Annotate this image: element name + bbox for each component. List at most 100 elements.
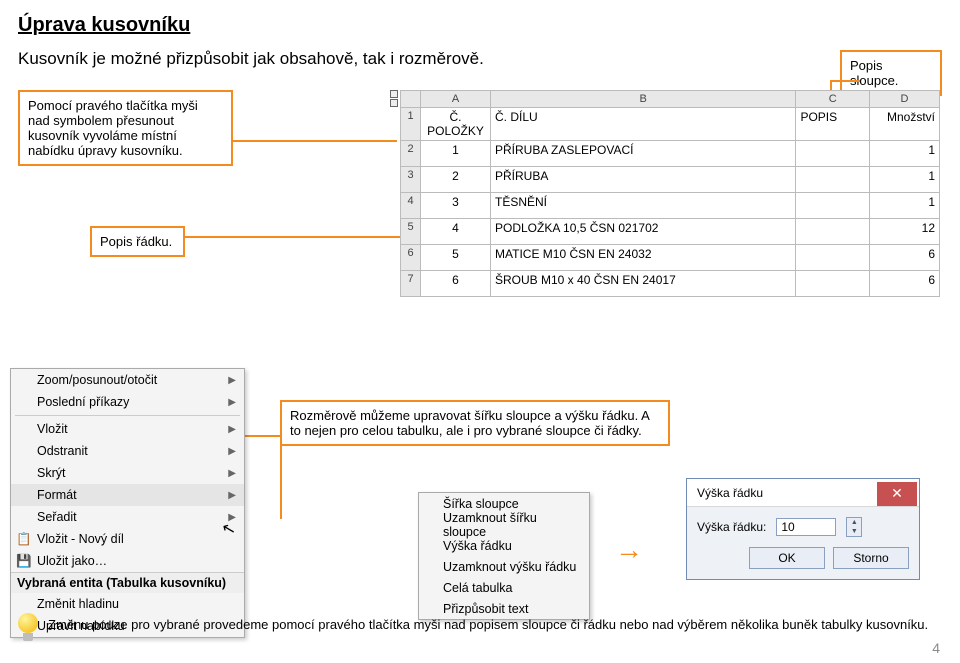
header-part-no[interactable]: Č. DÍLU (491, 108, 796, 141)
context-menu[interactable]: Zoom/posunout/otočit ▶ Poslední příkazy … (10, 368, 245, 638)
menu-item-sort[interactable]: Seřadit ▶ (11, 506, 244, 528)
menu-label: Zoom/posunout/otočit (37, 373, 157, 387)
submenu-lock-col-width[interactable]: Uzamknout šířku sloupce (419, 514, 589, 535)
header-desc[interactable]: POPIS (796, 108, 870, 141)
dialog-title: Výška řádku (697, 486, 763, 500)
menu-label: Změnit hladinu (37, 597, 119, 611)
cell[interactable]: 5 (421, 245, 491, 271)
cell[interactable]: 6 (421, 271, 491, 297)
cell[interactable] (796, 245, 870, 271)
cell[interactable]: PŘÍRUBA (491, 167, 796, 193)
cell[interactable]: ŠROUB M10 x 40 ČSN EN 24017 (491, 271, 796, 297)
menu-label: Vložit - Nový díl (37, 532, 124, 546)
menu-item-insert-part[interactable]: 📋 Vložit - Nový díl (11, 528, 244, 550)
leader-line (830, 80, 860, 82)
row-number[interactable]: 3 (401, 167, 421, 193)
menu-label: Formát (37, 488, 77, 502)
spinner-up-icon[interactable]: ▲ (847, 518, 861, 527)
menu-item-delete[interactable]: Odstranit ▶ (11, 440, 244, 462)
row-number[interactable]: 6 (401, 245, 421, 271)
col-letter[interactable]: B (491, 91, 796, 108)
menu-separator (15, 415, 240, 416)
chevron-right-icon: ▶ (228, 375, 236, 386)
menu-item-insert[interactable]: Vložit ▶ (11, 418, 244, 440)
format-submenu[interactable]: Šířka sloupce Uzamknout šířku sloupce Vý… (418, 492, 590, 620)
row-number[interactable]: 4 (401, 193, 421, 219)
callout-row: Popis řádku. (90, 226, 185, 257)
cell[interactable] (796, 141, 870, 167)
arrow-icon: → (615, 534, 643, 566)
menu-label: Vložit (37, 422, 68, 436)
chevron-right-icon: ▶ (228, 490, 236, 501)
cell[interactable]: TĚSNĚNÍ (491, 193, 796, 219)
callout-context: Pomocí pravého tlačítka myši nad symbole… (18, 90, 233, 166)
chevron-right-icon: ▶ (228, 446, 236, 457)
chevron-right-icon: ▶ (228, 468, 236, 479)
menu-label: Seřadit (37, 510, 77, 524)
menu-item-change-layer[interactable]: Změnit hladinu (11, 593, 244, 615)
cell[interactable]: PŘÍRUBA ZASLEPOVACÍ (491, 141, 796, 167)
save-icon: 💾 (16, 554, 32, 569)
leader-line (280, 435, 282, 519)
bom-table[interactable]: A B C D 1 Č. POLOŽKY Č. DÍLU POPIS Množs… (400, 90, 940, 297)
cell[interactable]: 6 (870, 271, 940, 297)
spinner[interactable]: ▲ ▼ (846, 517, 862, 537)
header-qty[interactable]: Množství (870, 108, 940, 141)
cell[interactable]: 1 (870, 193, 940, 219)
cell[interactable]: 6 (870, 245, 940, 271)
leader-line (232, 140, 397, 142)
page-number: 4 (932, 640, 940, 656)
chevron-right-icon: ▶ (228, 397, 236, 408)
submenu-fit-text[interactable]: Přizpůsobit text (419, 598, 589, 619)
leader-line (184, 236, 404, 238)
close-icon: ✕ (891, 485, 903, 502)
table-move-handle[interactable] (390, 90, 400, 110)
cell[interactable]: MATICE M10 ČSN EN 24032 (491, 245, 796, 271)
paste-icon: 📋 (16, 532, 32, 547)
row-number[interactable]: 1 (401, 108, 421, 141)
spinner-down-icon[interactable]: ▼ (847, 527, 861, 536)
cell[interactable] (796, 193, 870, 219)
cell[interactable]: PODLOŽKA 10,5 ČSN 021702 (491, 219, 796, 245)
row-height-input[interactable] (776, 518, 836, 536)
cell[interactable]: 1 (870, 167, 940, 193)
submenu-whole-table[interactable]: Celá tabulka (419, 577, 589, 598)
row-number[interactable]: 5 (401, 219, 421, 245)
cell[interactable] (796, 271, 870, 297)
menu-label: Uložit jako… (37, 554, 107, 568)
tip-text: Změnu pouze pro vybrané provedeme pomocí… (48, 617, 930, 632)
page-subtitle: Kusovník je možné přizpůsobit jak obsaho… (18, 49, 942, 69)
menu-section-title: Vybraná entita (Tabulka kusovníku) (11, 572, 244, 593)
cell[interactable]: 1 (421, 141, 491, 167)
table-corner[interactable] (401, 91, 421, 108)
cell[interactable]: 12 (870, 219, 940, 245)
menu-item-recent[interactable]: Poslední příkazy ▶ (11, 391, 244, 413)
ok-button[interactable]: OK (749, 547, 825, 569)
cancel-button[interactable]: Storno (833, 547, 909, 569)
col-letter[interactable]: D (870, 91, 940, 108)
cell[interactable] (796, 167, 870, 193)
row-height-dialog: Výška řádku ✕ Výška řádku: ▲ ▼ OK Storno (686, 478, 920, 580)
close-button[interactable]: ✕ (877, 482, 917, 506)
leader-line (244, 435, 282, 437)
menu-item-format[interactable]: Formát ▶ (11, 484, 244, 506)
menu-label: Skrýt (37, 466, 65, 480)
row-number[interactable]: 2 (401, 141, 421, 167)
col-letter[interactable]: C (796, 91, 870, 108)
menu-item-zoom[interactable]: Zoom/posunout/otočit ▶ (11, 369, 244, 391)
cell[interactable]: 1 (870, 141, 940, 167)
submenu-lock-row-height[interactable]: Uzamknout výšku řádku (419, 556, 589, 577)
chevron-right-icon: ▶ (228, 424, 236, 435)
col-letter[interactable]: A (421, 91, 491, 108)
cell[interactable]: 4 (421, 219, 491, 245)
lightbulb-icon (15, 613, 41, 647)
menu-label: Poslední příkazy (37, 395, 129, 409)
cell[interactable] (796, 219, 870, 245)
cell[interactable]: 3 (421, 193, 491, 219)
row-number[interactable]: 7 (401, 271, 421, 297)
menu-item-hide[interactable]: Skrýt ▶ (11, 462, 244, 484)
header-item-no[interactable]: Č. POLOŽKY (421, 108, 491, 141)
menu-item-save-as[interactable]: 💾 Uložit jako… (11, 550, 244, 572)
cell[interactable]: 2 (421, 167, 491, 193)
menu-label: Odstranit (37, 444, 88, 458)
